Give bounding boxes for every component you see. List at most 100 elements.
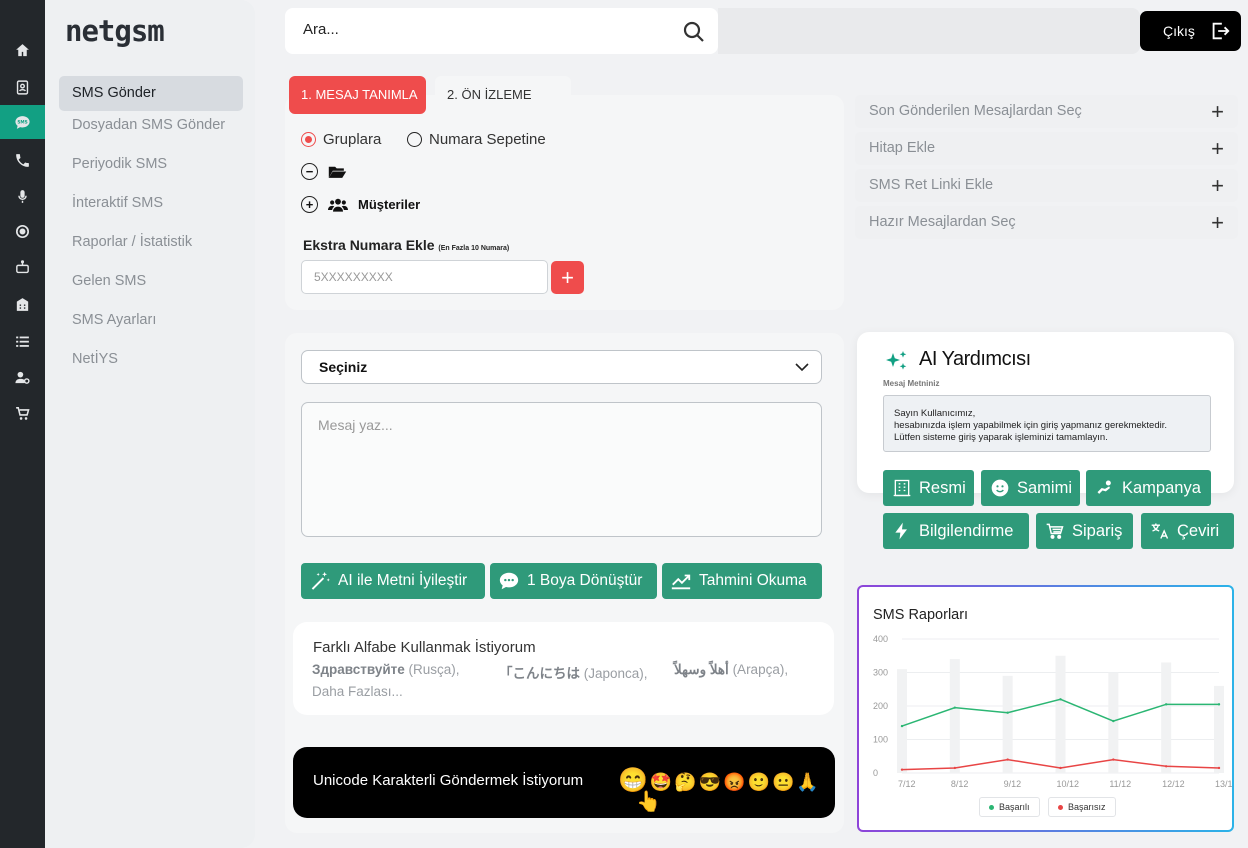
chart-title: SMS Raporları <box>873 607 969 623</box>
tone-ceviri-button[interactable]: Çeviri <box>1141 513 1234 549</box>
sidebar-item-raporlar[interactable]: Raporlar / İstatistik <box>59 225 243 260</box>
unicode-send-box[interactable]: Unicode Karakterli Göndermek İstiyorum 😁… <box>293 747 835 818</box>
sidebar-item-sms-ayarlari[interactable]: SMS Ayarları <box>59 303 243 338</box>
tone-kampanya-button[interactable]: Kampanya <box>1086 470 1211 506</box>
sidebar-item-gelen-sms[interactable]: Gelen SMS <box>59 264 243 299</box>
x-tick-label: 8/12 <box>951 779 969 789</box>
collapse-icon[interactable]: − <box>301 163 318 180</box>
building-icon[interactable] <box>0 287 45 321</box>
search-input[interactable] <box>303 21 663 38</box>
sidebar-item-netiys[interactable]: NetİYS <box>59 342 243 377</box>
data-point <box>900 724 904 728</box>
tab-mesaj-tanimla[interactable]: 1. MESAJ TANIMLA <box>289 76 426 114</box>
radio-selected-icon <box>301 132 316 147</box>
robot-icon[interactable] <box>0 250 45 284</box>
x-tick-label: 12/12 <box>1162 779 1185 789</box>
radio-groups-label: Gruplara <box>323 131 382 148</box>
data-point <box>1112 758 1115 761</box>
radio-groups[interactable]: Gruplara <box>301 131 381 148</box>
logout-button[interactable]: Çıkış <box>1140 11 1241 51</box>
trend-chart-icon <box>671 574 691 590</box>
tone-resmi-button[interactable]: Resmi <box>883 470 974 506</box>
convert-one-size-button[interactable]: 1 Boya Dönüştür <box>490 563 657 599</box>
data-point <box>1059 698 1062 701</box>
chart-canvas: 0 100 200 300 400 7/12 8/12 9/12 10/12 11/12 12/12… <box>873 634 1232 789</box>
home-icon[interactable] <box>0 33 45 67</box>
japanese-word: 「こんにちは <box>499 666 580 681</box>
smile-icon <box>991 479 1009 497</box>
x-tick-label: 11/12 <box>1109 779 1131 789</box>
list-icon[interactable] <box>0 324 45 358</box>
russian-name: (Rusça), <box>408 662 460 677</box>
accordion-recent-messages[interactable]: Son Gönderilen Mesajlardan Seç + <box>855 95 1238 128</box>
cart-icon[interactable] <box>0 396 45 430</box>
operator-icon[interactable] <box>0 214 45 248</box>
extra-number-input[interactable] <box>301 260 548 294</box>
radio-number-basket[interactable]: Numara Sepetine <box>407 131 546 148</box>
accordion-salutation[interactable]: Hitap Ekle + <box>855 132 1238 165</box>
search-icon[interactable] <box>682 20 706 44</box>
microphone-icon[interactable] <box>0 179 45 213</box>
pointer-hand-icon: 👆 <box>636 791 661 813</box>
tone-bilgilendirme-button[interactable]: Bilgilendirme <box>883 513 1029 549</box>
radio-basket-label: Numara Sepetine <box>429 131 546 148</box>
x-tick-label: 13/12 <box>1215 779 1232 789</box>
plus-icon: + <box>1211 136 1224 161</box>
ai-improve-label: AI ile Metni İyileştir <box>338 572 468 589</box>
legend-swatch <box>989 804 994 810</box>
arabic-word: أهلاً وسهلاً <box>674 662 729 677</box>
message-textarea[interactable] <box>301 402 822 537</box>
estimated-reading-button[interactable]: Tahmini Okuma <box>662 563 822 599</box>
background-bar <box>1161 662 1172 773</box>
tab-on-izleme[interactable]: 2. ÖN İZLEME <box>435 76 571 114</box>
sidebar-item-dosyadan-sms[interactable]: Dosyadan SMS Gönder <box>59 108 243 143</box>
group-customers-row[interactable]: + Müşteriler <box>301 196 420 213</box>
extra-number-label: Ekstra Numara Ekle (En Fazla 10 Numara) <box>303 237 509 253</box>
accordion-sms-ret-link[interactable]: SMS Ret Linki Ekle + <box>855 169 1238 202</box>
logout-icon <box>1212 22 1230 40</box>
sms-icon[interactable]: SMS <box>0 105 45 139</box>
lightning-icon <box>895 522 907 540</box>
hand-coin-icon <box>1097 480 1111 494</box>
extra-number-note: (En Fazla 10 Numara) <box>438 245 510 252</box>
tone-samimi-button[interactable]: Samimi <box>981 470 1080 506</box>
background-bar <box>1055 655 1066 773</box>
ai-improve-button[interactable]: AI ile Metni İyileştir <box>301 563 485 599</box>
y-tick-label: 400 <box>873 634 888 644</box>
user-settings-icon[interactable] <box>0 360 45 394</box>
tone-siparis-button[interactable]: Sipariş <box>1036 513 1133 549</box>
add-number-button[interactable]: + <box>551 261 584 294</box>
users-icon <box>328 198 348 212</box>
accordion-ready-messages[interactable]: Hazır Mesajlardan Seç + <box>855 206 1238 239</box>
plus-icon: + <box>1211 99 1224 124</box>
data-point <box>1006 711 1009 714</box>
data-point <box>1059 766 1062 770</box>
arabic-name: (Arapça), <box>732 662 789 677</box>
ai-text-line: Sayın Kullanıcımız, <box>894 408 976 419</box>
alphabet-more: Daha Fazlası... <box>312 684 403 699</box>
phone-icon[interactable] <box>0 143 45 177</box>
accordion-label: Son Gönderilen Mesajlardan Seç <box>869 103 1082 119</box>
ai-message-text[interactable]: Sayın Kullanıcımız, hesabınızda işlem ya… <box>883 395 1211 452</box>
data-point <box>953 706 957 709</box>
group-customers-label: Müşteriler <box>358 197 421 212</box>
accordion-label: Hazır Mesajlardan Seç <box>869 214 1016 230</box>
message-type-select[interactable]: Seçiniz <box>301 350 822 384</box>
alphabet-japanese: 「こんにちは (Japonca), <box>499 662 648 682</box>
sidebar-item-periyodik-sms[interactable]: Periyodik SMS <box>59 147 243 182</box>
different-alphabet-box[interactable]: Farklı Alfabe Kullanmak İstiyorum Здравс… <box>293 622 834 715</box>
translate-icon <box>1151 523 1169 539</box>
tone-label: Çeviri <box>1177 521 1220 540</box>
convert-one-size-label: 1 Boya Dönüştür <box>527 572 643 589</box>
expand-icon[interactable]: + <box>301 196 318 213</box>
group-folder-row: − <box>301 163 347 180</box>
sidebar-item-sms-gonder[interactable]: SMS Gönder <box>59 76 243 111</box>
contact-book-icon[interactable] <box>0 70 45 104</box>
sidebar-item-interaktif-sms[interactable]: İnteraktif SMS <box>59 186 243 221</box>
ai-text-line: Lütfen sisteme giriş yaparak işleminizi … <box>894 432 1108 443</box>
select-value: Seçiniz <box>319 359 368 375</box>
brand-logo: netgsm <box>65 14 165 48</box>
legend-success[interactable]: Başarılı <box>979 797 1040 817</box>
legend-failed[interactable]: Başarısız <box>1048 797 1116 817</box>
magic-wand-icon <box>311 571 330 590</box>
